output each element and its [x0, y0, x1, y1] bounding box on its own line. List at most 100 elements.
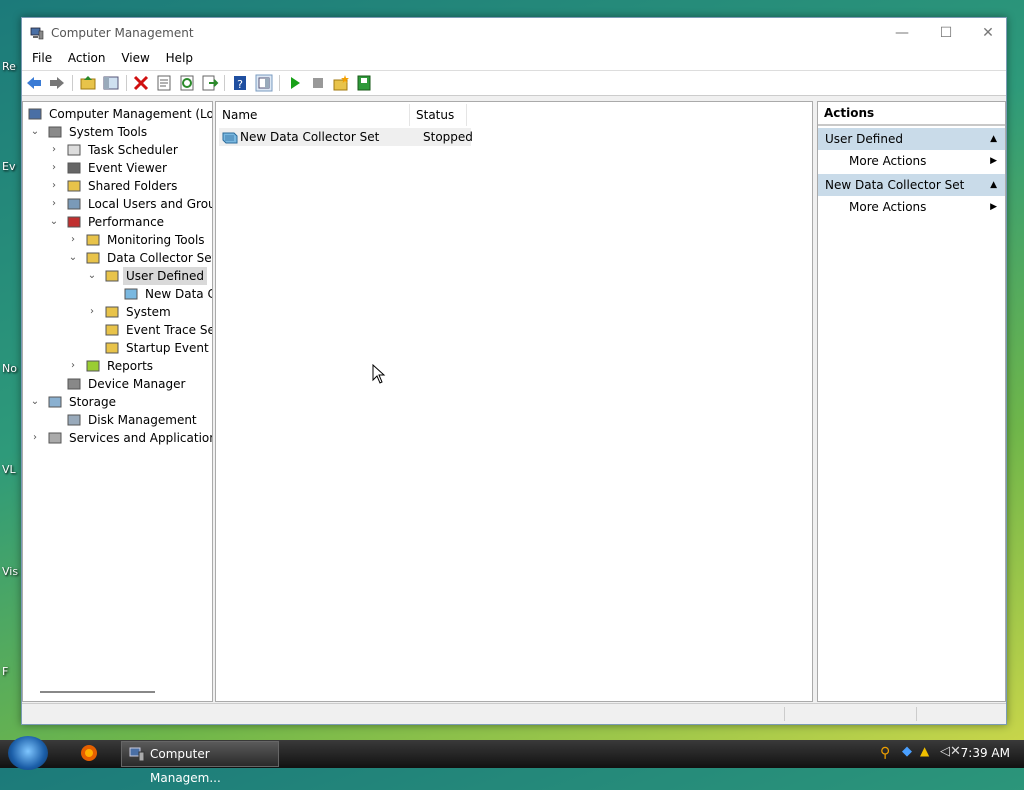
tree-item-label: Reports: [107, 359, 154, 373]
tree-item[interactable]: Disk Management: [23, 411, 212, 429]
save-template-icon[interactable]: [355, 74, 373, 92]
tree-item[interactable]: ⌄ System Tools: [23, 123, 212, 141]
help-icon[interactable]: ?: [231, 74, 249, 92]
tree-item[interactable]: Computer Management (Local: [23, 105, 212, 123]
show-action-pane-icon[interactable]: [255, 74, 273, 92]
expand-chevron-icon[interactable]: ›: [87, 303, 97, 321]
tree-item-label: New Data Co: [145, 287, 212, 301]
submenu-arrow-icon: ▶: [990, 156, 997, 166]
tree-item[interactable]: › System: [23, 303, 212, 321]
expand-chevron-icon[interactable]: ›: [30, 429, 40, 447]
tree-item-label: Device Manager: [88, 377, 186, 391]
desktop-icon-label[interactable]: F: [2, 665, 8, 678]
collapse-chevron-icon[interactable]: ⌄: [49, 213, 59, 231]
status-bar: [22, 703, 1006, 724]
list-item[interactable]: New Data Collector Set Stopped: [219, 128, 473, 146]
folder-icon: [105, 342, 119, 354]
properties-icon[interactable]: [155, 74, 173, 92]
close-button[interactable]: ✕: [976, 24, 1000, 42]
actions-section-new-data-collector-set[interactable]: New Data Collector Set ▲: [818, 174, 1005, 196]
expand-chevron-icon[interactable]: ›: [49, 141, 59, 159]
collapse-chevron-icon[interactable]: ⌄: [30, 123, 40, 141]
search-icon[interactable]: ⚲: [880, 745, 890, 761]
tree-item[interactable]: New Data Co: [23, 285, 212, 303]
device-manager-icon: [67, 378, 81, 390]
more-actions-item[interactable]: More Actions ▶: [818, 196, 1005, 218]
collapse-chevron-icon[interactable]: ⌄: [87, 267, 97, 285]
firefox-icon[interactable]: [80, 744, 98, 762]
expand-chevron-icon[interactable]: ›: [68, 231, 78, 249]
horizontal-scrollbar[interactable]: [40, 691, 155, 693]
start-button[interactable]: [8, 736, 48, 770]
show-hide-tree-icon[interactable]: [102, 74, 120, 92]
actions-section-user-defined[interactable]: User Defined ▲: [818, 128, 1005, 150]
mouse-cursor-icon: [372, 364, 386, 384]
folder-icon: [86, 234, 100, 246]
reports-folder-icon: [86, 360, 100, 372]
tree-item[interactable]: › Shared Folders: [23, 177, 212, 195]
tree-item[interactable]: Startup Event Tra: [23, 339, 212, 357]
warning-icon[interactable]: ▲: [920, 744, 929, 758]
refresh-icon[interactable]: [178, 74, 196, 92]
column-header-name[interactable]: Name: [216, 104, 410, 126]
title-bar[interactable]: Computer Management — ☐ ✕: [22, 18, 1006, 48]
status-divider: [784, 707, 785, 721]
taskbar: Computer Managem... ⚲ ◆ ▲ ◁✕ 7:39 AM: [0, 736, 1024, 785]
collapse-chevron-icon[interactable]: ⌄: [68, 249, 78, 267]
tree-item[interactable]: ⌄ Performance: [23, 213, 212, 231]
desktop-icon-label[interactable]: Vis: [2, 565, 18, 578]
tree-item[interactable]: › Local Users and Groups: [23, 195, 212, 213]
back-icon[interactable]: [25, 74, 43, 92]
menu-file[interactable]: File: [26, 48, 58, 68]
menu-bar: File Action View Help: [22, 48, 1006, 71]
menu-action[interactable]: Action: [62, 48, 112, 68]
tree-item[interactable]: ⌄ User Defined: [23, 267, 212, 285]
desktop-icons: Re Ev No VL Vis F: [0, 0, 22, 740]
network-icon[interactable]: ◆: [902, 744, 912, 759]
export-list-icon[interactable]: [201, 74, 219, 92]
tree-item[interactable]: › Event Viewer: [23, 159, 212, 177]
up-folder-icon[interactable]: [79, 74, 97, 92]
tree-item-label: Local Users and Groups: [88, 197, 212, 211]
minimize-button[interactable]: —: [890, 24, 914, 42]
tree-item-label: User Defined: [123, 267, 207, 285]
more-actions-label: More Actions: [849, 200, 927, 214]
collapse-up-icon[interactable]: ▲: [990, 174, 997, 196]
stop-icon[interactable]: [309, 74, 327, 92]
taskbar-clock[interactable]: 7:39 AM: [961, 746, 1010, 760]
tree-item[interactable]: › Services and Applications: [23, 429, 212, 447]
folder-icon: [105, 306, 119, 318]
tree-item[interactable]: Event Trace Sess: [23, 321, 212, 339]
collapse-up-icon[interactable]: ▲: [990, 128, 997, 150]
expand-chevron-icon[interactable]: ›: [49, 177, 59, 195]
expand-chevron-icon[interactable]: ›: [68, 357, 78, 375]
tree-item[interactable]: › Monitoring Tools: [23, 231, 212, 249]
new-folder-icon[interactable]: [332, 74, 350, 92]
tree-item-label: Event Trace Sess: [126, 323, 212, 337]
start-icon[interactable]: [286, 74, 304, 92]
desktop-icon-label[interactable]: Re: [2, 60, 16, 73]
results-list: Name Status New Data Collector Set Stopp…: [215, 101, 813, 702]
tree-item[interactable]: ⌄ Data Collector Sets: [23, 249, 212, 267]
tree-item[interactable]: › Reports: [23, 357, 212, 375]
menu-help[interactable]: Help: [160, 48, 199, 68]
column-header-status[interactable]: Status: [410, 104, 467, 126]
desktop-icon-label[interactable]: No: [2, 362, 17, 375]
forward-icon[interactable]: [48, 74, 66, 92]
desktop-icon-label[interactable]: VL: [2, 463, 16, 476]
more-actions-item[interactable]: More Actions ▶: [818, 150, 1005, 172]
taskbar-button-computer-management[interactable]: Computer Managem...: [121, 741, 279, 785]
collapse-chevron-icon[interactable]: ⌄: [30, 393, 40, 411]
list-item-status: Stopped: [423, 130, 473, 144]
tree-item[interactable]: ⌄ Storage: [23, 393, 212, 411]
tree-item[interactable]: Device Manager: [23, 375, 212, 393]
menu-view[interactable]: View: [115, 48, 155, 68]
expand-chevron-icon[interactable]: ›: [49, 159, 59, 177]
desktop-icon-label[interactable]: Ev: [2, 160, 15, 173]
delete-icon[interactable]: [132, 74, 150, 92]
expand-chevron-icon[interactable]: ›: [49, 195, 59, 213]
volume-muted-icon[interactable]: ◁✕: [940, 744, 961, 759]
tree-item[interactable]: › Task Scheduler: [23, 141, 212, 159]
computer-management-icon: [30, 27, 44, 40]
maximize-button[interactable]: ☐: [934, 24, 958, 42]
